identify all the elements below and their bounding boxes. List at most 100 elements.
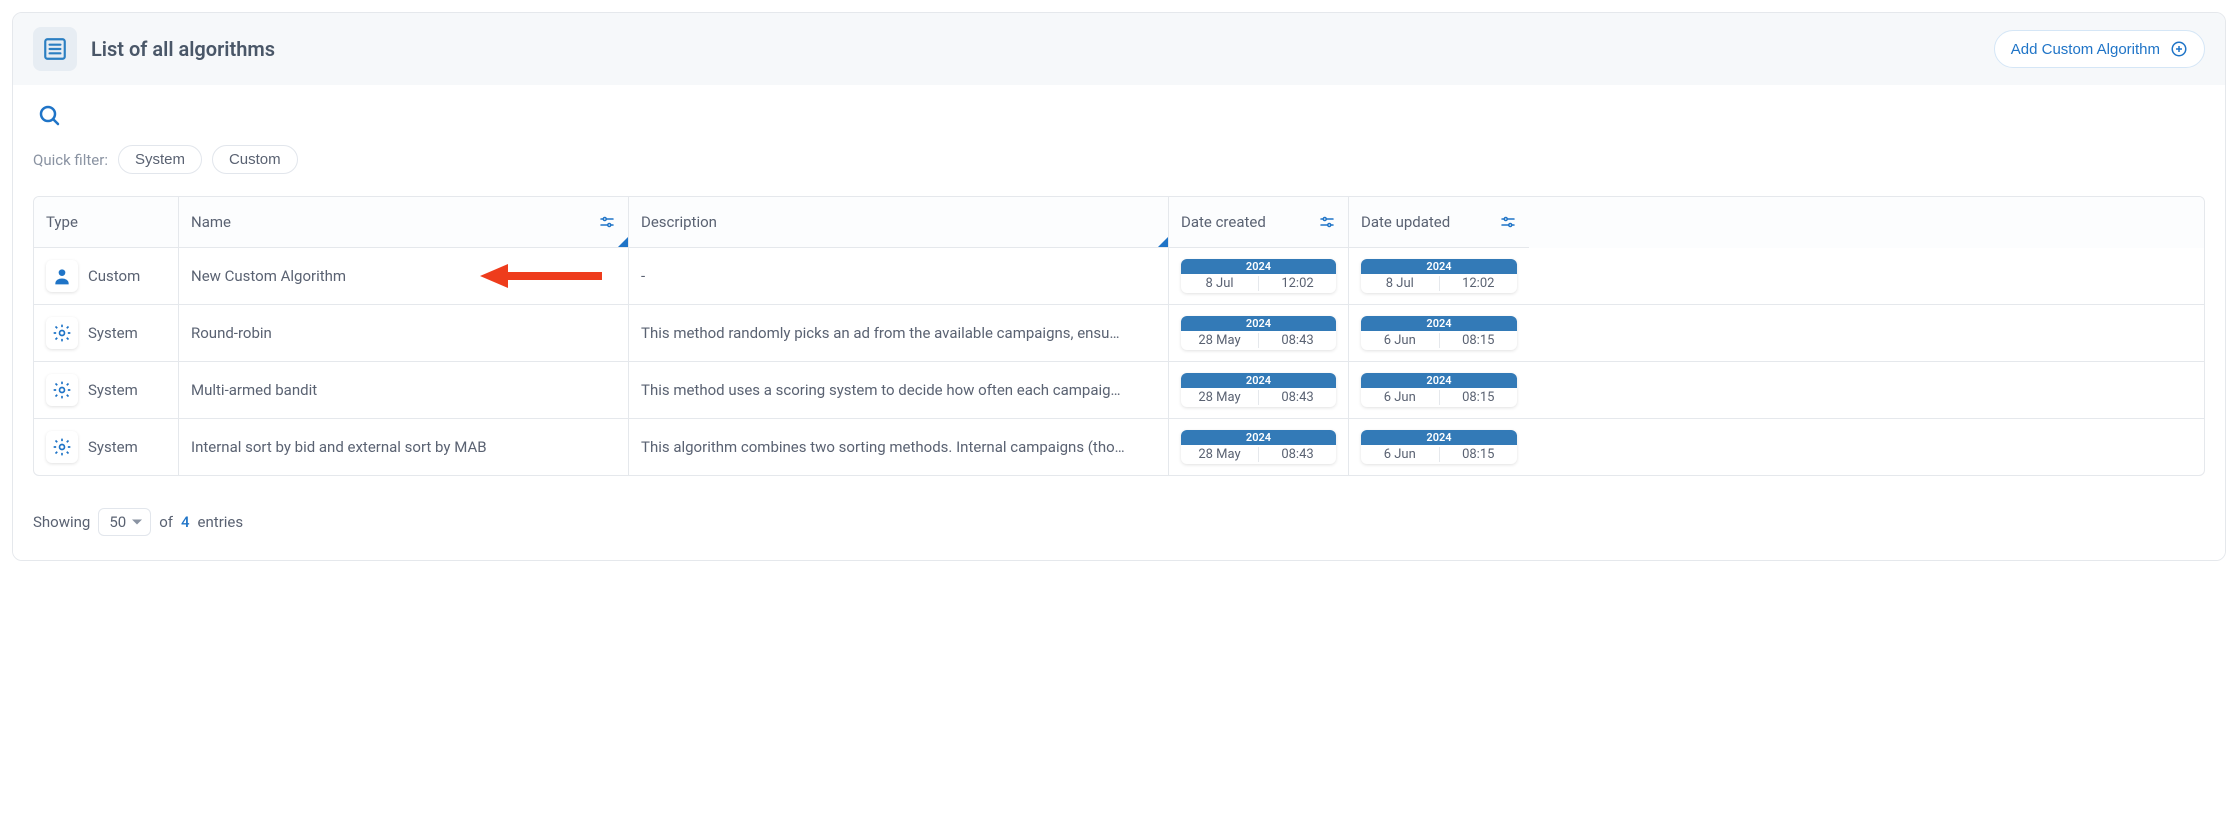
date-updated-cell: 20248 Jul12:02 [1349, 248, 1529, 304]
col-date-created[interactable]: Date created [1169, 197, 1349, 248]
type-cell: System [34, 419, 179, 475]
col-description[interactable]: Description [629, 197, 1169, 248]
date-day: 6 Jun [1361, 447, 1440, 462]
date-created-cell: 202428 May08:43 [1169, 362, 1349, 418]
algorithms-table: Type Name Description [33, 196, 2205, 476]
name-cell: Round-robin [179, 305, 629, 361]
date-time: 08:15 [1440, 447, 1518, 462]
col-date-updated[interactable]: Date updated [1349, 197, 1529, 248]
col-name[interactable]: Name [179, 197, 629, 248]
name-cell: Internal sort by bid and external sort b… [179, 419, 629, 475]
date-year: 2024 [1181, 373, 1336, 388]
type-cell: Custom [34, 248, 179, 304]
plus-circle-icon [2170, 40, 2188, 58]
quick-filter-row: Quick filter: System Custom [33, 145, 2205, 174]
col-date-updated-label: Date updated [1361, 213, 1450, 231]
date-year: 2024 [1181, 259, 1336, 274]
type-cell: System [34, 305, 179, 361]
search-button[interactable] [33, 99, 65, 131]
date-day: 8 Jul [1181, 276, 1259, 291]
sliders-icon [598, 213, 616, 231]
algorithm-name: Internal sort by bid and external sort b… [191, 438, 487, 456]
date-year: 2024 [1181, 430, 1336, 445]
date-badge: 2024 6 Jun08:15 [1361, 316, 1517, 350]
description-cell: This algorithm combines two sorting meth… [629, 419, 1169, 475]
date-badge: 2024 8 Jul12:02 [1181, 259, 1336, 293]
algorithms-panel: List of all algorithms Add Custom Algori… [12, 12, 2226, 561]
gear-icon [46, 374, 78, 406]
col-date-updated-filter[interactable] [1499, 213, 1517, 231]
sliders-icon [1318, 213, 1336, 231]
date-badge: 2024 6 Jun08:15 [1361, 430, 1517, 464]
arrow-annotation-icon [476, 262, 606, 290]
type-cell: System [34, 362, 179, 418]
date-day: 28 May [1181, 447, 1259, 462]
date-year: 2024 [1361, 373, 1517, 388]
filter-chip-custom[interactable]: Custom [212, 145, 298, 174]
date-updated-cell: 2024 6 Jun08:15 [1349, 419, 1529, 475]
table-row[interactable]: System Multi-armed banditThis method uses… [34, 362, 2204, 419]
sort-indicator [618, 237, 628, 247]
panel-header: List of all algorithms Add Custom Algori… [13, 13, 2225, 85]
date-year: 2024 [1361, 430, 1517, 445]
col-type[interactable]: Type [34, 197, 179, 248]
date-created-cell: 2024 8 Jul12:02 [1169, 248, 1349, 304]
showing-label: Showing [33, 513, 90, 531]
type-label: System [88, 381, 138, 399]
of-label: of [159, 513, 173, 531]
date-badge: 20248 Jul12:02 [1361, 259, 1517, 293]
add-custom-algorithm-button[interactable]: Add Custom Algorithm [1994, 30, 2205, 68]
table-row[interactable]: System Round-robin This method randomly pi… [34, 305, 2204, 362]
description-cell: This method randomly picks an ad from th… [629, 305, 1169, 361]
date-day: 28 May [1181, 390, 1259, 405]
date-day: 8 Jul [1361, 276, 1440, 291]
filter-chip-system[interactable]: System [118, 145, 202, 174]
date-time: 12:02 [1259, 276, 1336, 291]
add-button-label: Add Custom Algorithm [2011, 41, 2160, 58]
type-label: System [88, 438, 138, 456]
date-year: 2024 [1181, 316, 1336, 331]
table-row[interactable]: CustomNew Custom Algorithm-20248 Jul12:0… [34, 248, 2204, 305]
gear-icon [46, 317, 78, 349]
col-date-created-filter[interactable] [1318, 213, 1336, 231]
sort-indicator [1158, 237, 1168, 247]
name-cell: New Custom Algorithm [179, 248, 629, 304]
panel-title-wrap: List of all algorithms [33, 27, 275, 71]
col-date-created-label: Date created [1181, 213, 1266, 231]
page-size-select[interactable]: 50 [98, 508, 151, 536]
date-created-cell: 2024 28 May08:43 [1169, 419, 1349, 475]
page-title: List of all algorithms [91, 37, 275, 61]
type-label: System [88, 324, 138, 342]
search-row [33, 99, 2205, 131]
table-row[interactable]: System Internal sort by bid and external … [34, 419, 2204, 475]
date-badge: 202428 May08:43 [1181, 373, 1336, 407]
date-time: 08:15 [1440, 333, 1518, 348]
panel-body: Quick filter: System Custom Type Name [13, 85, 2225, 560]
date-updated-cell: 2024 6 Jun08:15 [1349, 305, 1529, 361]
gear-icon [46, 431, 78, 463]
date-updated-cell: 20246 Jun08:15 [1349, 362, 1529, 418]
col-description-label: Description [641, 213, 717, 231]
algorithm-name: Round-robin [191, 324, 272, 342]
date-created-cell: 202428 May08:43 [1169, 305, 1349, 361]
date-badge: 20246 Jun08:15 [1361, 373, 1517, 407]
date-day: 6 Jun [1361, 333, 1440, 348]
algorithm-name: New Custom Algorithm [191, 267, 346, 285]
list-icon [33, 27, 77, 71]
name-cell: Multi-armed bandit [179, 362, 629, 418]
entries-label: entries [198, 513, 244, 531]
date-badge: 2024 28 May08:43 [1181, 430, 1336, 464]
col-name-filter[interactable] [598, 213, 616, 231]
date-year: 2024 [1361, 316, 1517, 331]
entries-count: 4 [181, 513, 190, 531]
date-day: 28 May [1181, 333, 1259, 348]
description-cell: This method uses a scoring system to dec… [629, 362, 1169, 418]
pagination: Showing 50 of 4 entries [33, 508, 2205, 536]
date-badge: 202428 May08:43 [1181, 316, 1336, 350]
description-cell: - [629, 248, 1169, 304]
user-icon [46, 260, 78, 292]
quick-filter-label: Quick filter: [33, 151, 108, 169]
date-time: 08:43 [1259, 447, 1336, 462]
col-type-label: Type [46, 213, 78, 231]
table-header: Type Name Description [34, 197, 2204, 248]
